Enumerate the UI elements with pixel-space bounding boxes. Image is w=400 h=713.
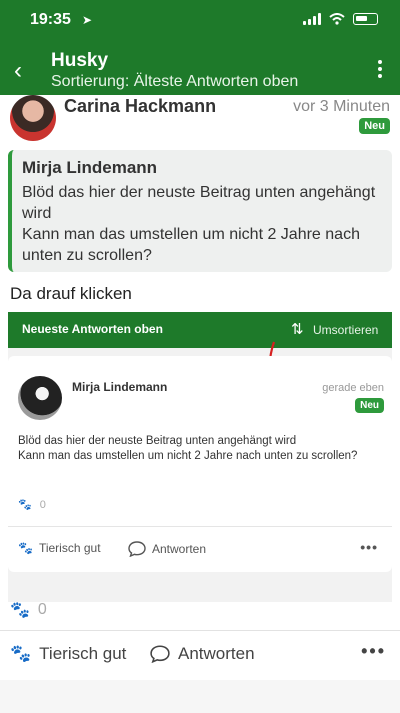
embed-more-icon: ••• xyxy=(360,539,378,555)
more-icon[interactable]: ••• xyxy=(361,641,386,662)
reply-button[interactable]: Antworten xyxy=(150,644,255,664)
quote-author: Mirja Lindemann xyxy=(22,158,158,177)
embed-text: Blöd das hier der neuste Beitrag unten a… xyxy=(18,435,358,462)
embed-reply-label: Antworten xyxy=(152,542,207,556)
avatar[interactable] xyxy=(10,95,56,141)
embed-reaction-count: 🐾 0 xyxy=(18,498,46,512)
wifi-icon xyxy=(329,13,345,25)
speech-bubble-icon xyxy=(128,541,146,557)
back-chevron-icon[interactable]: ‹ xyxy=(14,57,22,85)
embed-reply-button: Antworten xyxy=(128,541,206,557)
paw-icon: 🐾 xyxy=(10,644,32,663)
embed-author: Mirja Lindemann xyxy=(72,380,168,394)
paw-icon: 🐾 xyxy=(18,499,32,511)
quote-text: Blöd das hier der neuste Beitrag unten a… xyxy=(22,184,376,264)
embed-count-value: 0 xyxy=(39,498,46,511)
new-badge: Neu xyxy=(359,118,390,134)
bottom-strip xyxy=(0,680,400,713)
reaction-count-value: 0 xyxy=(37,601,47,618)
cellular-signal-icon xyxy=(303,13,321,25)
embed-action-bar: 🐾 Tierisch gut Antworten ••• xyxy=(8,526,392,572)
divider xyxy=(0,630,400,631)
embed-timestamp: gerade eben xyxy=(322,382,384,394)
post-author[interactable]: Carina Hackmann xyxy=(64,96,216,117)
embed-like-button: 🐾 Tierisch gut xyxy=(18,541,101,555)
reaction-count: 🐾 0 xyxy=(10,600,47,620)
speech-bubble-icon xyxy=(150,645,170,663)
paw-icon: 🐾 xyxy=(10,602,30,619)
like-button[interactable]: 🐾 Tierisch gut xyxy=(10,644,126,664)
like-label: Tierisch gut xyxy=(39,644,127,663)
app-header: 19:35 ➤ ‹ Husky Sortierung: Älteste Antw… xyxy=(0,0,400,95)
embed-bar-title: Neueste Antworten oben xyxy=(22,322,163,336)
status-time: 19:35 xyxy=(30,11,71,28)
post-comment: Da drauf klicken xyxy=(10,284,132,303)
status-bar: 19:35 ➤ xyxy=(0,0,400,40)
embed-sort-label: Umsortieren xyxy=(313,323,379,337)
more-options-icon[interactable] xyxy=(378,60,382,78)
reply-label: Antworten xyxy=(178,644,255,663)
status-icons xyxy=(303,13,378,25)
quoted-post[interactable]: Mirja Lindemann Blöd das hier der neuste… xyxy=(8,150,392,272)
post-timestamp: vor 3 Minuten xyxy=(293,98,390,115)
embed-avatar xyxy=(18,376,62,420)
sort-subtitle: Sortierung: Älteste Antworten oben xyxy=(51,73,299,90)
embed-like-label: Tierisch gut xyxy=(38,541,101,555)
embed-new-badge: Neu xyxy=(355,398,384,413)
page-title: Husky xyxy=(51,50,109,71)
battery-icon xyxy=(353,13,378,25)
sort-arrows-icon: ⇅ xyxy=(291,321,304,338)
location-arrow-icon: ➤ xyxy=(82,13,93,27)
embedded-screenshot[interactable]: Neueste Antworten oben ⇅ Umsortieren Mir… xyxy=(8,312,392,602)
embed-post-card: Mirja Lindemann gerade eben Neu Blöd das… xyxy=(8,356,392,572)
paw-icon: 🐾 xyxy=(18,541,33,555)
